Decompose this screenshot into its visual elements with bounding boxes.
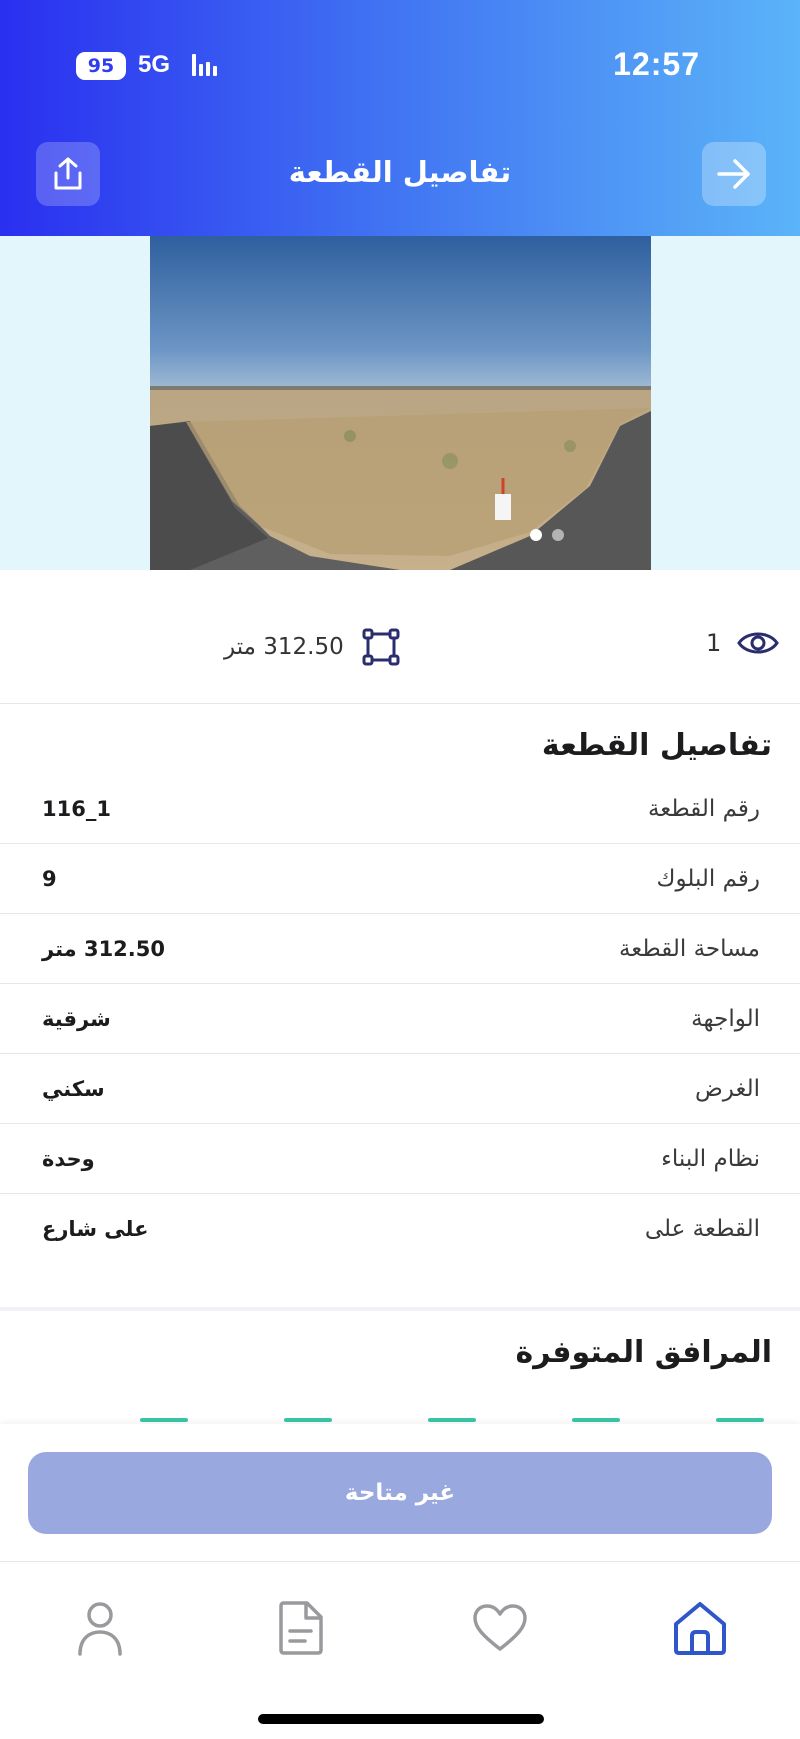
detail-label: رقم القطعة <box>647 795 760 822</box>
area-value: 312.50 متر <box>224 634 344 660</box>
detail-label: نظام البناء <box>661 1145 760 1172</box>
detail-row-building-system: نظام البناء وحدة <box>0 1124 800 1194</box>
detail-value: 312.50 متر <box>42 936 165 961</box>
status-time: 12:57 <box>613 46 700 82</box>
detail-value: 9 <box>42 866 57 891</box>
detail-label: القطعة على <box>644 1216 760 1242</box>
eye-icon <box>737 632 780 654</box>
image-gallery[interactable] <box>0 236 800 570</box>
gallery-pagination[interactable] <box>530 529 564 541</box>
views-count: 1 <box>706 629 722 657</box>
battery-indicator: 95 <box>76 52 126 80</box>
detail-value: سكني <box>42 1076 105 1101</box>
detail-value: على شارع <box>42 1217 149 1241</box>
page-title: تفاصيل القطعة <box>288 155 512 189</box>
stats-row: 312.50 متر 1 <box>0 570 800 704</box>
profile-icon <box>78 1602 122 1656</box>
tab-bar <box>0 1561 800 1681</box>
detail-row-area: مساحة القطعة 312.50 متر <box>0 914 800 984</box>
detail-value: 116_1 <box>42 796 111 821</box>
app-header: 95 5G 12:57 تفاصيل القطعة <box>0 0 800 236</box>
detail-label: الواجهة <box>691 1005 760 1032</box>
bottom-sheet: غير متاحة <box>0 1424 800 1739</box>
area-stat: 312.50 متر <box>224 628 400 666</box>
detail-row-facade: الواجهة شرقية <box>0 984 800 1054</box>
details-title: تفاصيل القطعة <box>541 728 772 763</box>
details-list: رقم القطعة 116_1 رقم البلوك 9 مساحة القط… <box>0 774 800 1264</box>
detail-row-street: القطعة على على شارع <box>0 1194 800 1264</box>
home-icon <box>674 1602 726 1655</box>
back-button[interactable] <box>702 142 766 206</box>
network-type: 5G <box>138 51 171 78</box>
gallery-dot-2[interactable] <box>552 529 564 541</box>
tab-documents[interactable] <box>268 1596 332 1660</box>
detail-row-plot-number: رقم القطعة 116_1 <box>0 774 800 844</box>
document-icon <box>279 1601 323 1655</box>
gallery-dot-1[interactable] <box>530 529 542 541</box>
land-photo[interactable] <box>150 236 651 570</box>
heart-icon <box>473 1604 527 1651</box>
detail-value: وحدة <box>42 1146 95 1171</box>
unavailable-button[interactable]: غير متاحة <box>28 1452 772 1534</box>
signal-icon <box>192 54 217 76</box>
tab-favorites[interactable] <box>468 1596 532 1660</box>
detail-row-block-number: رقم البلوك 9 <box>0 844 800 914</box>
detail-label: رقم البلوك <box>656 865 760 892</box>
home-indicator <box>258 1714 544 1724</box>
status-bar: 95 5G 12:57 <box>0 40 800 90</box>
arrow-right-icon <box>717 159 750 189</box>
amenities-title: المرافق المتوفرة <box>515 1335 772 1370</box>
views-stat: 1 <box>706 628 780 658</box>
detail-label: مساحة القطعة <box>618 935 760 962</box>
detail-label: الغرض <box>695 1075 760 1102</box>
detail-value: شرقية <box>42 1006 111 1031</box>
area-icon <box>362 628 400 666</box>
section-divider <box>0 1307 800 1311</box>
tab-home[interactable] <box>668 1596 732 1660</box>
detail-row-purpose: الغرض سكني <box>0 1054 800 1124</box>
amenities-peek <box>0 1418 800 1422</box>
tab-profile[interactable] <box>68 1596 132 1660</box>
